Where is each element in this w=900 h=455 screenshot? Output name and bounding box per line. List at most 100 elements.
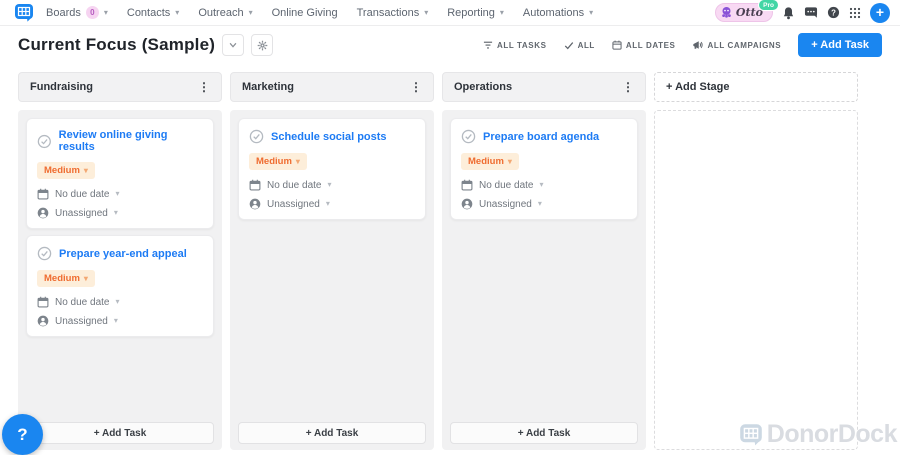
- complete-task-icon[interactable]: [461, 129, 476, 144]
- filter-all-campaigns[interactable]: ALL CAMPAIGNS: [692, 40, 781, 50]
- column-menu-icon[interactable]: ⋮: [198, 80, 210, 94]
- nav-item-reporting[interactable]: Reporting ▾: [447, 7, 504, 19]
- board-titlebar: Current Focus (Sample) ALL TASKS ALL ALL…: [0, 26, 900, 64]
- filter-all-status[interactable]: ALL: [564, 41, 595, 50]
- task-title-link[interactable]: Review online giving results: [59, 129, 203, 153]
- board-settings-button[interactable]: [251, 34, 274, 56]
- check-icon: [564, 41, 573, 49]
- calendar-icon: [612, 40, 622, 50]
- add-stage-button[interactable]: + Add Stage: [654, 72, 858, 102]
- assignee-dropdown[interactable]: Unassigned ▾: [37, 315, 203, 327]
- nav-item-label: Online Giving: [271, 6, 338, 19]
- filter-all-tasks[interactable]: ALL TASKS: [483, 41, 547, 50]
- nav-item-contacts[interactable]: Contacts ▾: [127, 7, 179, 19]
- filter-group: ALL TASKS ALL ALL DATES ALL CAMPAIGNS: [483, 40, 781, 50]
- assignee-dropdown[interactable]: Unassigned ▾: [461, 198, 627, 210]
- task-title-link[interactable]: Prepare year-end appeal: [59, 248, 187, 260]
- task-title-link[interactable]: Schedule social posts: [271, 131, 387, 143]
- task-title-link[interactable]: Prepare board agenda: [483, 131, 599, 143]
- column-add-task-button[interactable]: + Add Task: [450, 422, 638, 444]
- funnel-icon: [483, 41, 493, 49]
- column-menu-icon[interactable]: ⋮: [622, 80, 634, 94]
- nav-item-label: Transactions: [356, 6, 420, 19]
- boards-count-badge: 0: [85, 6, 99, 19]
- nav-item-boards[interactable]: Boards 0 ▾: [46, 6, 108, 19]
- chevron-down-icon: ▾: [83, 165, 88, 175]
- chevron-down-icon: ▾: [507, 156, 512, 166]
- due-date-label: No due date: [479, 179, 534, 191]
- chevron-down-icon: ▾: [115, 189, 120, 198]
- add-task-button[interactable]: + Add Task: [798, 33, 882, 57]
- apps-grid-icon[interactable]: [849, 7, 861, 19]
- column-header: Operations ⋮: [442, 72, 646, 102]
- task-card[interactable]: Prepare board agenda Medium ▾ No due dat…: [450, 118, 638, 220]
- gear-icon: [257, 40, 267, 50]
- due-date-label: No due date: [55, 296, 110, 308]
- due-date-dropdown[interactable]: No due date ▾: [249, 179, 415, 191]
- column-fundraising: Fundraising ⋮ Review online giving resul…: [18, 72, 222, 450]
- assignee-label: Unassigned: [55, 207, 108, 219]
- page-title: Current Focus (Sample): [18, 35, 216, 54]
- column-title: Operations: [454, 81, 513, 93]
- due-date-dropdown[interactable]: No due date ▾: [37, 296, 203, 308]
- priority-dropdown[interactable]: Medium ▾: [37, 270, 95, 287]
- donordock-logo-icon[interactable]: [14, 3, 34, 22]
- task-card[interactable]: Prepare year-end appeal Medium ▾ No due …: [26, 235, 214, 337]
- due-date-dropdown[interactable]: No due date ▾: [37, 188, 203, 200]
- column-add-task-button[interactable]: + Add Task: [238, 422, 426, 444]
- assignee-dropdown[interactable]: Unassigned ▾: [37, 207, 203, 219]
- filter-label: ALL TASKS: [497, 40, 547, 50]
- priority-dropdown[interactable]: Medium ▾: [461, 153, 519, 170]
- assignee-label: Unassigned: [479, 198, 532, 210]
- chevron-down-icon: ▾: [248, 7, 253, 17]
- nav-item-outreach[interactable]: Outreach ▾: [198, 7, 252, 19]
- filter-label: ALL CAMPAIGNS: [707, 40, 782, 50]
- column-body: Prepare board agenda Medium ▾ No due dat…: [442, 110, 646, 450]
- column-header: Marketing ⋮: [230, 72, 434, 102]
- nav-item-online-giving[interactable]: Online Giving: [272, 7, 338, 19]
- board-switcher-button[interactable]: [222, 34, 245, 56]
- task-card[interactable]: Schedule social posts Medium ▾ No due da…: [238, 118, 426, 220]
- help-icon[interactable]: ?: [827, 6, 840, 19]
- chevron-down-icon: ▾: [589, 7, 594, 17]
- nav-item-transactions[interactable]: Transactions ▾: [357, 7, 429, 19]
- chevron-down-icon: ▾: [175, 7, 180, 17]
- chevron-down-icon: ▾: [113, 316, 118, 325]
- navbar-right-group: Otto Pro ? +: [714, 0, 890, 23]
- global-add-button[interactable]: +: [870, 2, 890, 23]
- person-icon: [249, 198, 261, 210]
- column-add-task-button[interactable]: + Add Task: [26, 422, 214, 444]
- chevron-down-icon: ▾: [539, 180, 544, 189]
- chevron-down-icon: ▾: [325, 199, 330, 208]
- chat-icon[interactable]: [804, 6, 818, 19]
- person-icon: [37, 207, 49, 219]
- calendar-icon: [37, 188, 49, 200]
- complete-task-icon[interactable]: [37, 246, 52, 261]
- nav-item-automations[interactable]: Automations ▾: [523, 7, 593, 19]
- person-icon: [461, 198, 473, 210]
- task-card[interactable]: Review online giving results Medium ▾ No…: [26, 118, 214, 229]
- column-menu-icon[interactable]: ⋮: [410, 80, 422, 94]
- priority-label: Medium: [468, 156, 504, 167]
- column-body: Schedule social posts Medium ▾ No due da…: [230, 110, 434, 450]
- filter-label: ALL DATES: [625, 40, 676, 50]
- notifications-bell-icon[interactable]: [782, 6, 795, 20]
- assignee-label: Unassigned: [267, 198, 320, 210]
- person-icon: [37, 315, 49, 327]
- add-stage-dropzone: [654, 110, 858, 450]
- calendar-icon: [461, 179, 473, 191]
- filter-all-dates[interactable]: ALL DATES: [612, 40, 676, 50]
- assignee-dropdown[interactable]: Unassigned ▾: [249, 198, 415, 210]
- chevron-down-icon: ▾: [327, 180, 332, 189]
- due-date-dropdown[interactable]: No due date ▾: [461, 179, 627, 191]
- svg-text:?: ?: [831, 8, 836, 17]
- priority-dropdown[interactable]: Medium ▾: [249, 153, 307, 170]
- nav-item-label: Reporting: [447, 6, 495, 19]
- priority-dropdown[interactable]: Medium ▾: [37, 162, 95, 179]
- due-date-label: No due date: [55, 188, 110, 200]
- chevron-down-icon: ▾: [113, 208, 118, 217]
- help-fab-button[interactable]: ?: [2, 414, 43, 455]
- complete-task-icon[interactable]: [37, 134, 52, 149]
- complete-task-icon[interactable]: [249, 129, 264, 144]
- user-menu-pill[interactable]: Otto Pro: [714, 0, 779, 22]
